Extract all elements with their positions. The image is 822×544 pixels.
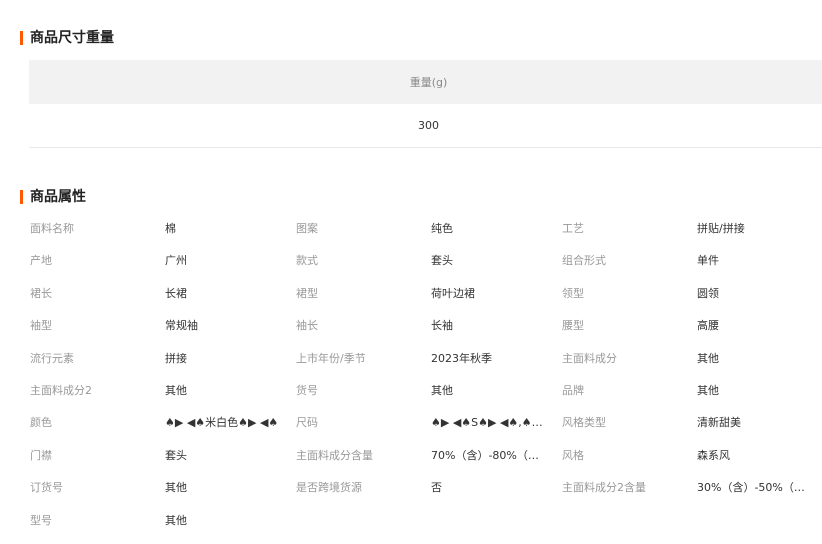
attribute-label: 订货号 (30, 481, 63, 495)
attribute-value: 常规袖 (165, 319, 198, 333)
attribute-value: 其他 (165, 481, 187, 495)
attribute-label: 主面料成分含量 (296, 448, 373, 462)
attribute-value: 70%（含）-80%（不... (431, 448, 547, 462)
attribute-label: 主面料成分 (562, 351, 617, 365)
attribute-value: 清新甜美 (697, 416, 741, 430)
attribute-row: 颜色 ♠▶ ◀♠米白色♠▶ ◀♠ 尺码 ♠▶ ◀♠S♠▶ ◀♠,♠▶ ◀♠...… (30, 414, 822, 446)
attribute-label: 图案 (296, 222, 318, 235)
attribute-value: 其他 (697, 383, 719, 397)
attribute-row: 裙长 长裙 裙型 荷叶边裙 领型 圆领 (30, 285, 822, 317)
attribute-label: 裙长 (30, 286, 52, 300)
attribute-label: 品牌 (562, 383, 584, 397)
attribute-value: 30%（含）-50%（不... (697, 481, 813, 495)
attribute-value: 棉 (165, 222, 176, 235)
attribute-label: 腰型 (562, 319, 584, 333)
attribute-value: ♠▶ ◀♠S♠▶ ◀♠,♠▶ ◀♠... (431, 416, 547, 430)
attribute-value: 套头 (431, 254, 453, 268)
attribute-value: 其他 (697, 351, 719, 365)
attribute-row: 主面料成分2 其他 货号 其他 品牌 其他 (30, 382, 822, 414)
table-row: 300 (29, 104, 822, 148)
attribute-value: 套头 (165, 448, 187, 462)
attribute-label: 裙型 (296, 286, 318, 300)
attribute-value: 高腰 (697, 319, 719, 333)
attribute-row: 型号 其他 (30, 512, 822, 544)
attribute-value: 圆领 (697, 286, 719, 300)
attribute-label: 袖型 (30, 319, 52, 333)
attribute-row: 订货号 其他 是否跨境货源 否 主面料成分2含量 30%（含）-50%（不... (30, 479, 822, 511)
attribute-row: 流行元素 拼接 上市年份/季节 2023年秋季 主面料成分 其他 (30, 350, 822, 382)
table-header: 重量(g) (29, 60, 822, 104)
attribute-label: 产地 (30, 254, 52, 268)
attribute-value: 森系风 (697, 448, 730, 462)
attribute-label: 是否跨境货源 (296, 481, 362, 495)
section-accent-bar (20, 190, 23, 204)
attribute-value: 其他 (431, 383, 453, 397)
attribute-value: 长袖 (431, 319, 453, 333)
size-weight-table: 重量(g) 300 (29, 60, 822, 148)
section-title-text: 商品属性 (30, 189, 86, 205)
attribute-row: 袖型 常规袖 袖长 长袖 腰型 高腰 (30, 317, 822, 349)
attribute-label: 风格 (562, 448, 584, 462)
attribute-value: 否 (431, 481, 442, 495)
section-accent-bar (20, 31, 23, 45)
attribute-label: 风格类型 (562, 416, 606, 430)
attribute-value: ♠▶ ◀♠米白色♠▶ ◀♠ (165, 416, 279, 430)
attribute-grid: 面料名称 棉 图案 纯色 工艺 拼贴/拼接 产地 广州 款式 套头 组合形式 单… (30, 220, 822, 544)
attribute-value: 拼贴/拼接 (697, 222, 745, 235)
attribute-value: 荷叶边裙 (431, 286, 475, 300)
weight-value: 300 (418, 119, 439, 132)
attribute-label: 领型 (562, 286, 584, 300)
attribute-label: 工艺 (562, 222, 584, 235)
attribute-value: 广州 (165, 254, 187, 268)
attribute-row: 门襟 套头 主面料成分含量 70%（含）-80%（不... 风格 森系风 (30, 447, 822, 479)
attribute-label: 货号 (296, 383, 318, 397)
attribute-label: 面料名称 (30, 222, 74, 235)
section-title-size-weight: 商品尺寸重量 (20, 30, 114, 46)
attribute-value: 拼接 (165, 351, 187, 365)
attribute-label: 主面料成分2 (30, 383, 92, 397)
attribute-label: 门襟 (30, 448, 52, 462)
attribute-label: 颜色 (30, 416, 52, 430)
attribute-value: 单件 (697, 254, 719, 268)
weight-column-header: 重量(g) (409, 76, 448, 89)
attribute-label: 流行元素 (30, 351, 74, 365)
attribute-row: 产地 广州 款式 套头 组合形式 单件 (30, 252, 822, 284)
section-title-attributes: 商品属性 (20, 189, 86, 205)
attribute-value: 长裙 (165, 286, 187, 300)
attribute-label: 主面料成分2含量 (562, 481, 646, 495)
attribute-row: 面料名称 棉 图案 纯色 工艺 拼贴/拼接 (30, 220, 822, 252)
attribute-value: 其他 (165, 513, 187, 527)
attribute-label: 型号 (30, 513, 52, 527)
attribute-label: 袖长 (296, 319, 318, 333)
attribute-label: 组合形式 (562, 254, 606, 268)
attribute-label: 尺码 (296, 416, 318, 430)
attribute-label: 上市年份/季节 (296, 351, 366, 365)
attribute-label: 款式 (296, 254, 318, 268)
attribute-value: 其他 (165, 383, 187, 397)
attribute-value: 2023年秋季 (431, 351, 492, 365)
section-title-text: 商品尺寸重量 (30, 30, 114, 46)
attribute-value: 纯色 (431, 222, 453, 235)
